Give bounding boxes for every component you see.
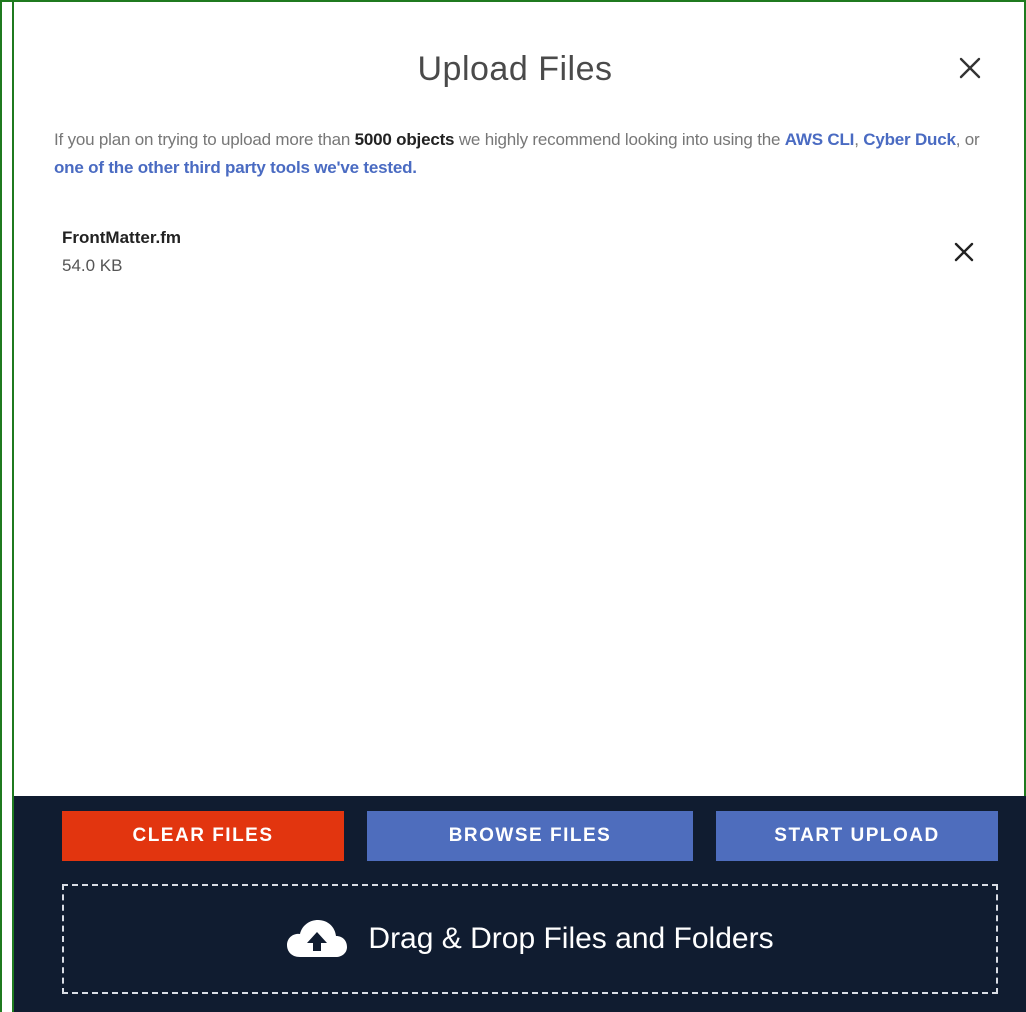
- drop-zone-content: Drag & Drop Files and Folders: [64, 886, 996, 992]
- third-party-tools-link[interactable]: one of the other third party tools we've…: [54, 158, 417, 177]
- file-name: FrontMatter.fm: [62, 228, 181, 247]
- left-gutter: [2, 2, 12, 1012]
- cyber-duck-link[interactable]: Cyber Duck: [863, 130, 956, 149]
- drop-zone-label: Drag & Drop Files and Folders: [368, 922, 774, 955]
- start-upload-button[interactable]: START UPLOAD: [716, 811, 998, 861]
- close-icon: [959, 57, 981, 79]
- browse-files-button[interactable]: BROWSE FILES: [367, 811, 693, 861]
- notice-text: If you plan on trying to upload more tha…: [54, 130, 355, 149]
- dialog-title: Upload Files: [417, 50, 613, 88]
- notice-object-limit: 5000 objects: [354, 130, 455, 149]
- upload-dialog: Upload Files If you plan on trying to up…: [0, 0, 1026, 1012]
- clear-files-button[interactable]: CLEAR FILES: [62, 811, 344, 861]
- remove-file-button[interactable]: [950, 238, 978, 266]
- close-icon: [954, 242, 974, 262]
- drag-drop-zone[interactable]: Drag & Drop Files and Folders: [62, 884, 998, 994]
- file-list-item: FrontMatter.fm 54.0 KB: [62, 224, 992, 284]
- notice-text: ,: [854, 130, 864, 149]
- notice-text: , or: [955, 130, 980, 149]
- upload-actions-footer: CLEAR FILES BROWSE FILES START UPLOAD Dr…: [14, 796, 1026, 1012]
- notice-text: we highly recommend looking into using t…: [454, 130, 785, 149]
- cloud-upload-icon: [287, 920, 348, 957]
- aws-cli-link[interactable]: AWS CLI: [785, 130, 855, 149]
- file-size: 54.0 KB: [62, 256, 123, 275]
- upload-limit-notice: If you plan on trying to upload more tha…: [54, 126, 1004, 182]
- close-dialog-button[interactable]: [954, 52, 986, 84]
